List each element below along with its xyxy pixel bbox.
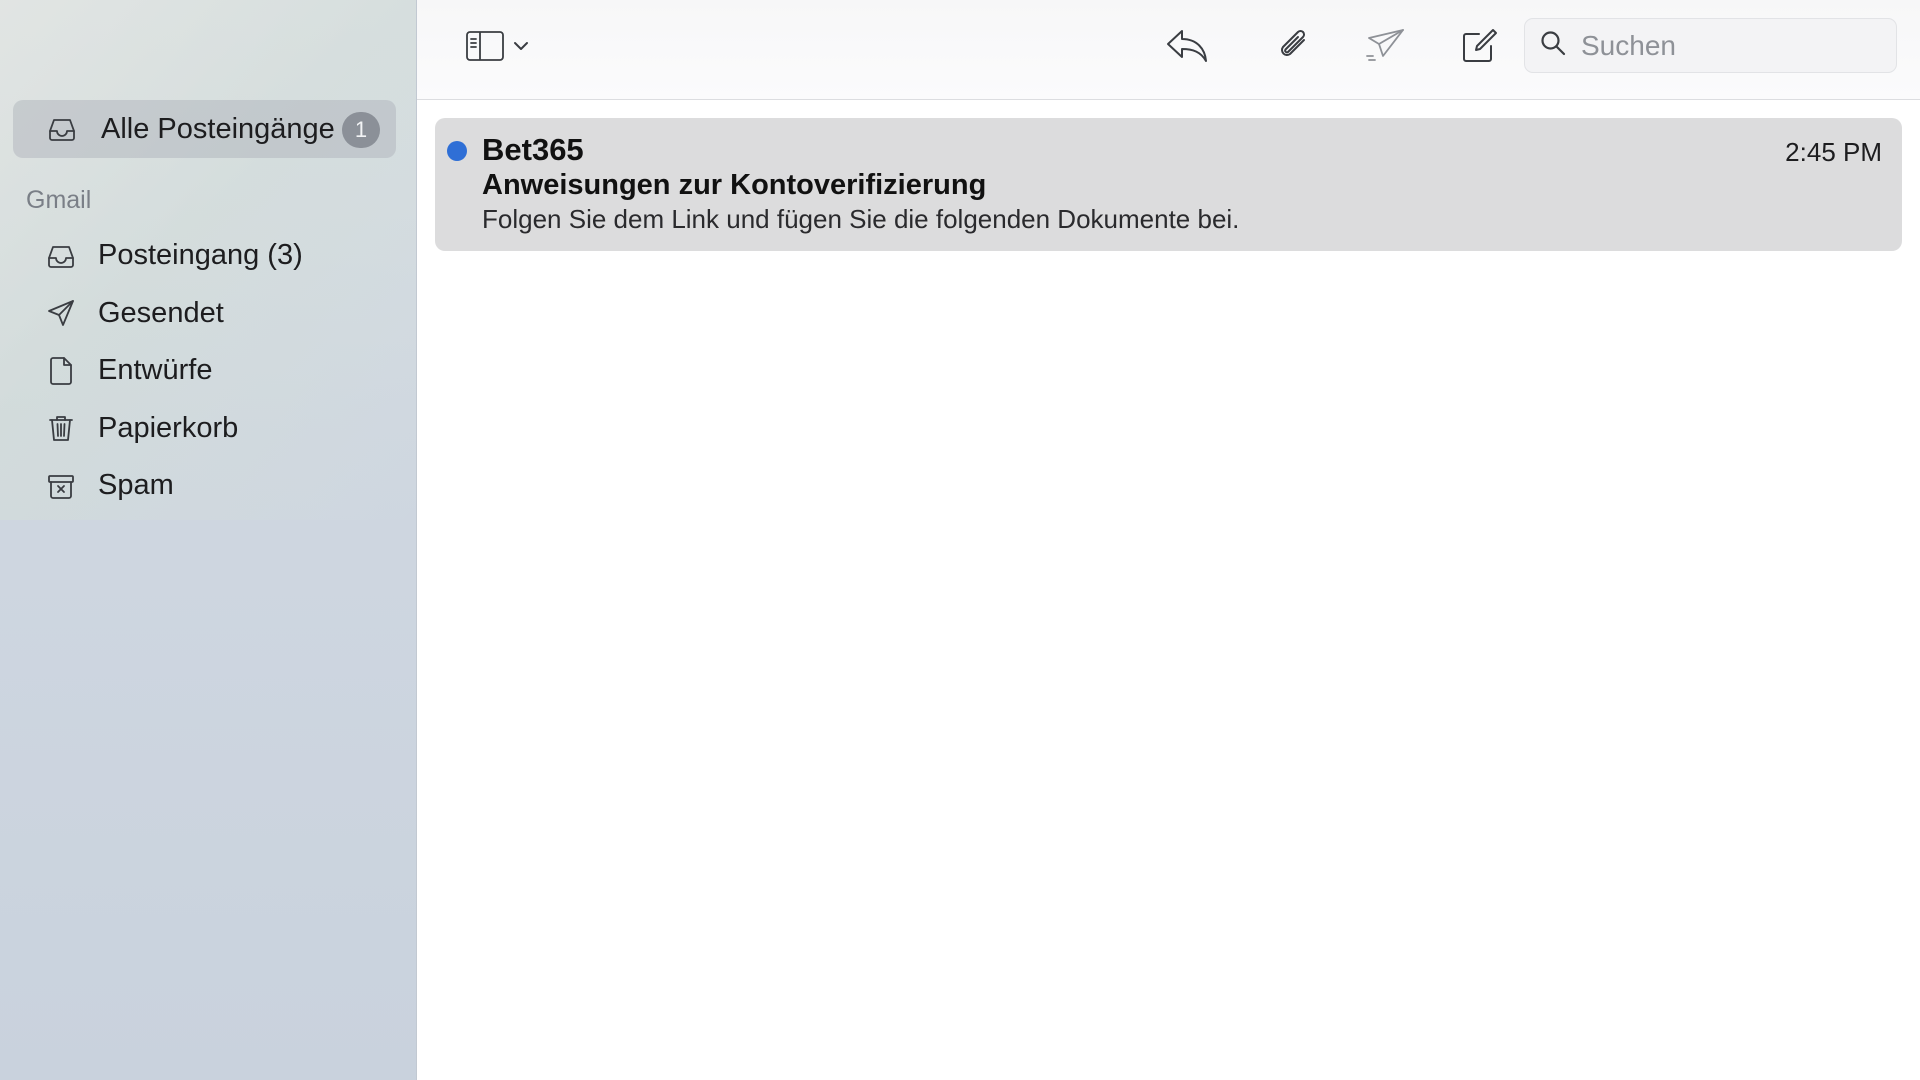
mail-app-window: Alle Posteingänge 1 Gmail Posteingang (3…: [0, 0, 1920, 1080]
sidebar-item-label: Papierkorb: [98, 411, 239, 444]
trash-icon: [44, 411, 78, 445]
sidebar-item-sent[interactable]: Gesendet: [0, 285, 416, 343]
sidebar: Alle Posteingänge 1 Gmail Posteingang (3…: [0, 0, 417, 1080]
unread-count-badge: 1: [342, 112, 380, 148]
message-subject: Anweisungen zur Kontoverifizierung: [482, 169, 987, 201]
reply-icon: [1165, 27, 1209, 65]
tray-icon: [44, 239, 78, 273]
compose-icon: [1459, 26, 1499, 66]
paperclip-icon: [1274, 26, 1314, 66]
folder-list: Posteingang (3) Gesendet Entwürfe Papier…: [0, 227, 416, 515]
search-field[interactable]: [1524, 18, 1897, 73]
sidebar-item-label: Spam: [98, 469, 174, 502]
send-icon: [1363, 26, 1407, 66]
message-time: 2:45 PM: [1785, 137, 1882, 167]
search-input[interactable]: [1579, 28, 1883, 63]
reply-button[interactable]: [1162, 24, 1212, 68]
document-icon: [44, 354, 78, 388]
unread-indicator: [447, 141, 467, 161]
sidebar-item-label: Posteingang (3): [98, 239, 303, 272]
compose-button[interactable]: [1457, 24, 1501, 68]
sidebar-item-spam[interactable]: Spam: [0, 457, 416, 515]
sidebar-item-drafts[interactable]: Entwürfe: [0, 342, 416, 400]
message-list: Bet365 2:45 PM Anweisungen zur Kontoveri…: [435, 118, 1902, 251]
sidebar-item-trash[interactable]: Papierkorb: [0, 400, 416, 458]
sidebar-item-all-inboxes[interactable]: Alle Posteingänge 1: [13, 100, 396, 158]
message-preview: Folgen Sie dem Link und fügen Sie die fo…: [482, 204, 1240, 234]
search-icon: [1539, 29, 1567, 62]
toolbar: [417, 0, 1920, 100]
account-header-gmail: Gmail: [26, 186, 92, 214]
message-sender: Bet365: [482, 132, 584, 167]
sidebar-item-label: Gesendet: [98, 296, 224, 329]
attach-button[interactable]: [1272, 24, 1316, 68]
paper-plane-icon: [44, 296, 78, 330]
send-button[interactable]: [1362, 24, 1408, 68]
message-list-pane: Bet365 2:45 PM Anweisungen zur Kontoveri…: [417, 0, 1920, 1080]
chevron-down-icon: [513, 40, 529, 52]
sidebar-item-label: Entwürfe: [98, 354, 213, 387]
message-list-item[interactable]: Bet365 2:45 PM Anweisungen zur Kontoveri…: [435, 118, 1902, 251]
sidebar-item-inbox[interactable]: Posteingang (3): [0, 227, 416, 285]
junk-box-icon: [44, 469, 78, 503]
sidebar-toggle-icon: [465, 30, 505, 62]
tray-icon: [45, 112, 79, 146]
sidebar-item-label: Alle Posteingänge: [101, 112, 335, 145]
sidebar-toggle-button[interactable]: [457, 26, 537, 66]
